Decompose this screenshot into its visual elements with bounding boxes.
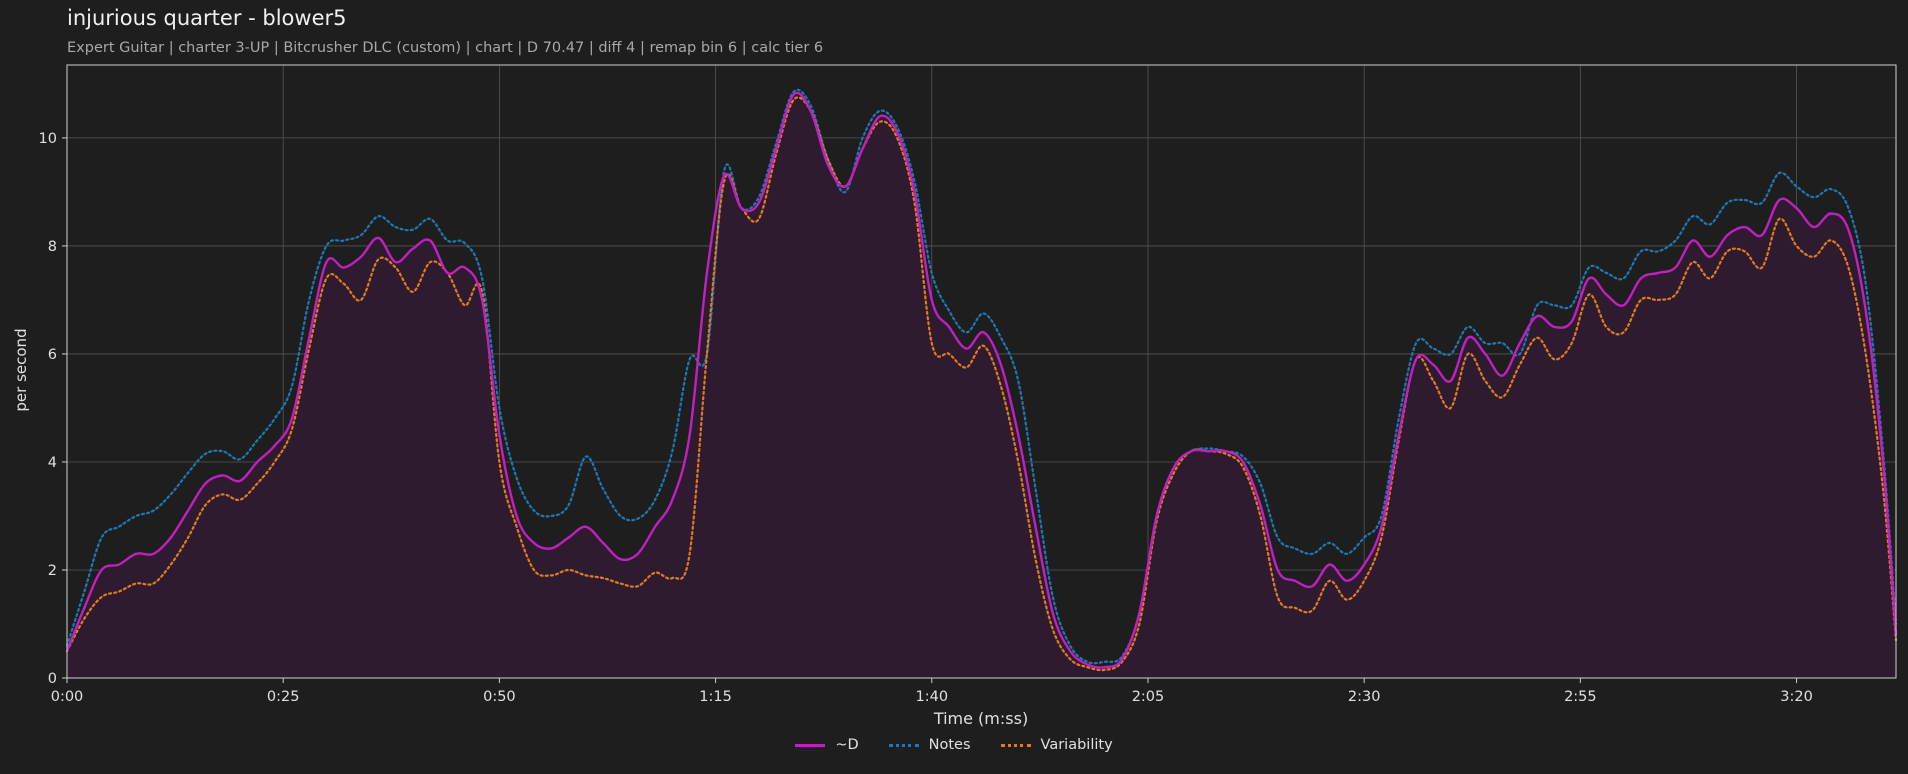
x-tick-label: 0:00 [51, 689, 84, 705]
legend-swatch-d [795, 743, 826, 747]
x-tick-label: 2:55 [1564, 689, 1597, 705]
legend-label-notes: Notes [928, 737, 971, 753]
series-area-0 [67, 92, 1896, 679]
y-tick-label: 8 [48, 239, 57, 255]
legend-label-d: ~D [835, 737, 859, 753]
fill-layer [67, 92, 1896, 679]
y-tick-label: 6 [48, 347, 57, 363]
x-tick-label: 0:25 [267, 689, 300, 705]
y-tick-label: 0 [48, 671, 57, 687]
x-tick-layer: 0:00 0:25 0:50 1:15 1:40 2:05 2:30 2:55 3:20 [51, 678, 1813, 705]
x-tick-label: 2:30 [1348, 689, 1381, 705]
legend-item-d: ~D [795, 737, 859, 753]
y-tick-label: 2 [48, 563, 57, 579]
legend-item-variability: Variability [1000, 737, 1113, 753]
x-tick-label: 3:20 [1780, 689, 1813, 705]
y-tick-label: 10 [39, 131, 57, 147]
legend-swatch-notes [888, 743, 919, 747]
y-tick-layer: 0 2 4 6 8 10 [39, 131, 67, 687]
chart-svg: 0:00 0:25 0:50 1:15 1:40 2:05 2:30 2:55 3:20 0 2 4… [12, 64, 1898, 728]
x-tick-label: 1:40 [915, 689, 948, 705]
y-tick-label: 4 [48, 455, 57, 471]
legend-item-notes: Notes [888, 737, 971, 753]
x-tick-label: 1:15 [699, 689, 732, 705]
chart-legend: ~D Notes Variability [0, 737, 1908, 753]
y-axis-label: per second [12, 328, 30, 411]
x-axis-label: Time (m:ss) [933, 709, 1028, 728]
legend-swatch-variability [1000, 743, 1031, 747]
legend-label-variability: Variability [1040, 737, 1113, 753]
x-tick-label: 0:50 [483, 689, 516, 705]
x-tick-label: 2:05 [1132, 689, 1165, 705]
